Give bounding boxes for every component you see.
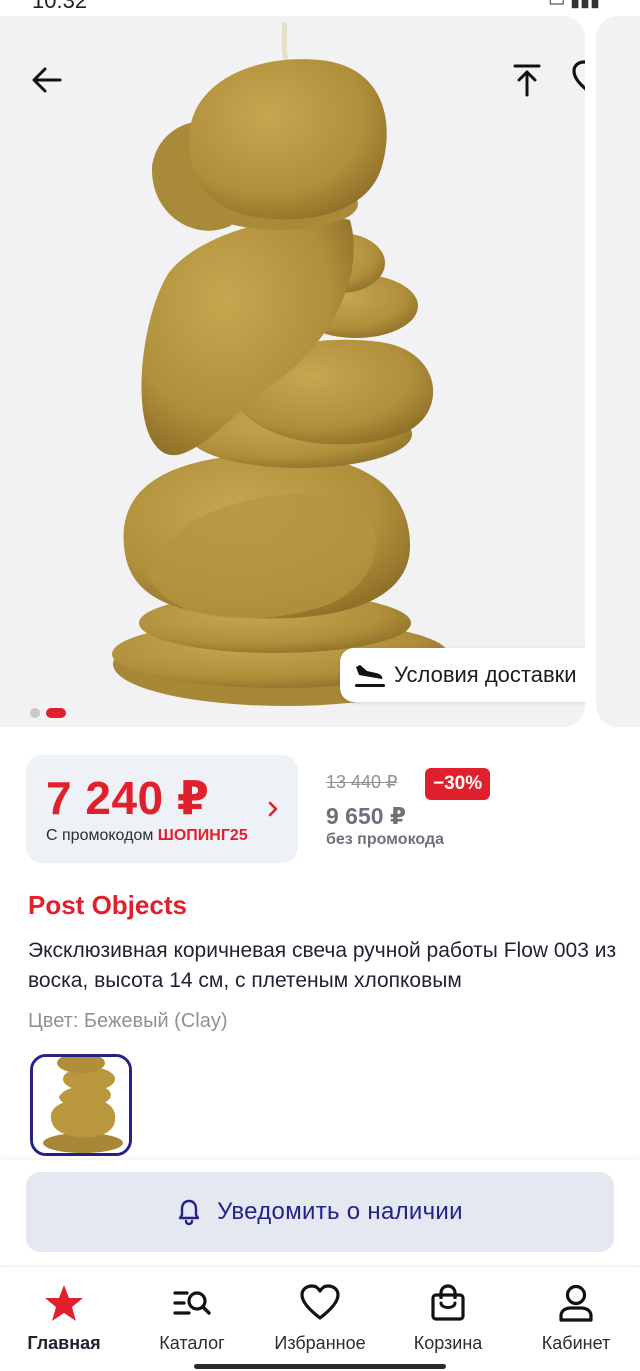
nav-label-catalog: Каталог	[159, 1333, 225, 1353]
notify-availability-label: Уведомить о наличии	[217, 1198, 463, 1225]
price-without-promo-label: без промокода	[326, 831, 444, 848]
back-button[interactable]	[22, 58, 72, 102]
swatch-thumbnail	[33, 1057, 129, 1153]
nav-item-cart[interactable]: Корзина	[384, 1267, 512, 1363]
nav-label-favorites: Избранное	[274, 1333, 366, 1353]
nav-item-catalog[interactable]: Каталог	[128, 1267, 256, 1363]
product-gallery[interactable]: Условия доставки	[0, 16, 585, 727]
product-image	[112, 21, 457, 706]
star-icon	[45, 1285, 83, 1321]
color-label: Цвет: Бежевый (Clay)	[28, 1010, 228, 1032]
nav-item-favorites[interactable]: Избранное	[256, 1267, 384, 1363]
next-slide-peek[interactable]	[596, 16, 640, 727]
favorite-button[interactable]	[566, 54, 585, 104]
arrow-left-icon	[32, 67, 62, 93]
shopping-bag-icon	[431, 1284, 465, 1321]
gallery-dot-active[interactable]	[46, 708, 66, 718]
share-button[interactable]	[504, 56, 550, 104]
status-bar: 10:32 ▭ ▮▮▮	[0, 0, 640, 14]
heart-icon	[300, 1284, 340, 1320]
promo-price-card[interactable]: 7 240 ₽ С промокодом ШОПИНГ25	[26, 755, 298, 863]
promo-price: 7 240 ₽	[46, 772, 210, 824]
status-time: 10:32	[32, 0, 88, 13]
nav-label-account: Кабинет	[541, 1333, 611, 1353]
promo-code: ШОПИНГ25	[157, 827, 248, 844]
product-title: Эксклюзивная коричневая свеча ручной раб…	[28, 939, 617, 992]
bottom-navigation: Главная Каталог Избранное Корзина Кабине…	[0, 1266, 640, 1363]
gallery-dot[interactable]	[30, 708, 40, 718]
delivery-terms-button[interactable]: Условия доставки	[340, 648, 585, 702]
delivery-terms-label: Условия доставки	[394, 662, 577, 687]
old-price: 13 440 ₽	[326, 772, 398, 792]
discount-badge: −30%	[425, 768, 491, 800]
home-indicator	[194, 1364, 446, 1369]
gallery-pagination	[30, 708, 66, 718]
chevron-right-icon	[268, 801, 278, 817]
price-without-promo: 9 650 ₽	[326, 803, 406, 829]
plane-landing-icon	[350, 661, 390, 689]
nav-item-home[interactable]: Главная	[0, 1267, 128, 1363]
status-icons: ▭ ▮▮▮	[548, 0, 600, 10]
catalog-search-icon	[173, 1291, 211, 1315]
color-swatch-selected[interactable]	[30, 1054, 132, 1156]
nav-label-cart: Корзина	[413, 1333, 483, 1353]
promo-caption: С промокодом ШОПИНГ25	[46, 827, 248, 845]
bell-icon	[177, 1198, 201, 1226]
nav-label-home: Главная	[27, 1333, 101, 1353]
heart-icon	[572, 60, 585, 91]
share-upload-icon	[513, 64, 541, 97]
nav-item-account[interactable]: Кабинет	[512, 1267, 640, 1363]
promo-prefix: С промокодом	[46, 827, 154, 844]
notify-availability-button[interactable]: Уведомить о наличии	[26, 1172, 614, 1252]
user-icon	[559, 1284, 593, 1322]
brand-link[interactable]: Post Objects	[28, 890, 187, 921]
